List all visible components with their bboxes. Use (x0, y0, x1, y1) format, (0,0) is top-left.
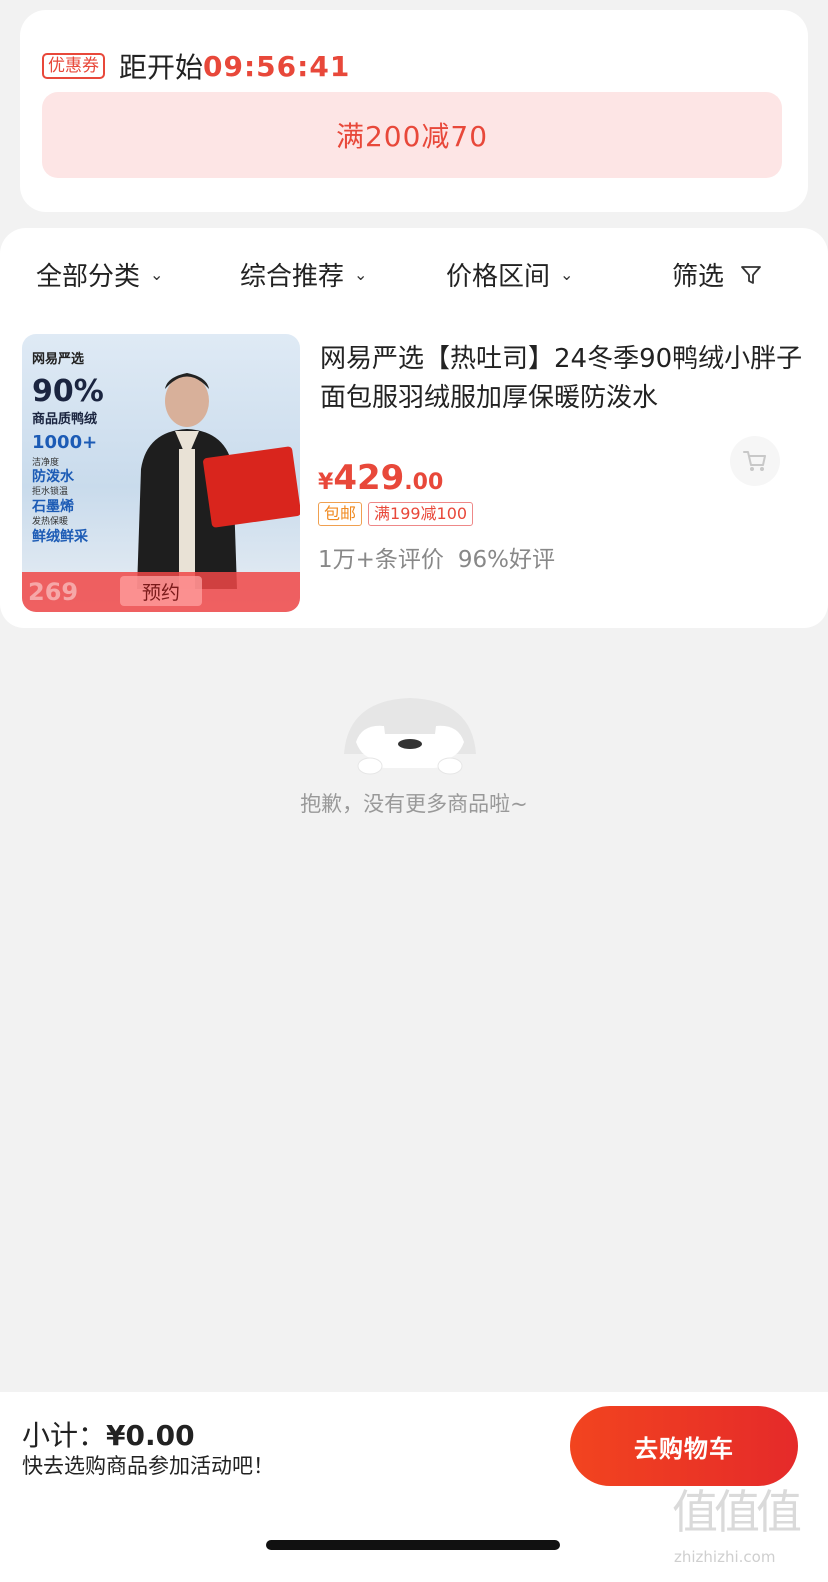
price-symbol: ¥ (318, 470, 334, 495)
filter-sort-label: 综合推荐 (240, 262, 345, 292)
filter-category[interactable]: 全部分类 ⌄ (36, 256, 163, 293)
filter-label: 筛选 (672, 262, 725, 292)
image-feature-2: 防泼水 (32, 469, 74, 485)
watermark-logo: 值值值 (672, 1485, 802, 1539)
coupon-header: 优惠券 距开始 09:56:41 (42, 46, 350, 86)
chevron-down-icon: ⌄ (354, 265, 368, 284)
chevron-down-icon: ⌄ (150, 265, 164, 284)
image-headline: 90% (32, 374, 104, 409)
filter-bar: 全部分类 ⌄ 综合推荐 ⌄ 价格区间 ⌄ 筛选 (0, 228, 828, 324)
promo-tag: 满199减100 (368, 502, 474, 526)
product-price: ¥429.00 (318, 458, 443, 498)
subtotal-amount: ¥0.00 (106, 1419, 195, 1452)
coupon-start-label: 距开始 (119, 51, 204, 84)
image-feature-3: 石墨烯 (32, 499, 74, 515)
activity-hint: 快去选购商品参加活动吧！ (22, 1454, 274, 1478)
filter-price[interactable]: 价格区间 ⌄ (446, 256, 573, 293)
product-title[interactable]: 网易严选【热吐司】24冬季90鸭绒小胖子面包服羽绒服加厚保暖防泼水 (320, 340, 810, 418)
image-price: 269 (28, 578, 79, 606)
cart-icon (743, 451, 766, 471)
product-tags: 包邮 满199减100 (318, 502, 474, 526)
promo-sticker (202, 446, 300, 528)
checkout-bar: 小计：¥0.00 快去选购商品参加活动吧！ 去购物车 值值值 zhizhizhi… (0, 1392, 828, 1582)
filter-button[interactable]: 筛选 (672, 256, 762, 293)
image-subline: 商品质鸭绒 (32, 412, 98, 427)
add-to-cart-button[interactable] (730, 436, 780, 486)
price-decimal: .00 (404, 470, 444, 495)
filter-price-label: 价格区间 (446, 262, 551, 292)
empty-state-message: 抱歉，没有更多商品啦~ (300, 792, 528, 816)
shipping-tag: 包邮 (318, 502, 363, 526)
countdown-timer: 09:56:41 (203, 49, 351, 83)
coupon-card: 优惠券 距开始 09:56:41 满200减70 (20, 10, 808, 212)
brand-logo: 网易严选 (32, 352, 85, 367)
review-count: 1万+条评价 (318, 547, 444, 573)
empty-state-mascot-icon (344, 698, 476, 775)
coupon-badge: 优惠券 (42, 53, 105, 79)
coupon-offer-button[interactable]: 满200减70 (42, 92, 782, 178)
home-indicator[interactable] (266, 1540, 560, 1550)
filter-sort[interactable]: 综合推荐 ⌄ (240, 256, 367, 293)
chevron-down-icon: ⌄ (560, 265, 574, 284)
watermark: 值值值 zhizhizhi.com (672, 1476, 822, 1574)
review-summary: 1万+条评价 96%好评 (318, 540, 555, 574)
subtotal: 小计：¥0.00 (22, 1414, 195, 1454)
image-feature-1: 1000+ (32, 432, 98, 453)
go-to-cart-button[interactable]: 去购物车 (570, 1406, 798, 1486)
product-card[interactable]: 网易严选 90% 商品质鸭绒 1000+ 洁净度 防泼水 拒水锁温 石墨烯 发热… (0, 324, 828, 628)
product-image[interactable]: 网易严选 90% 商品质鸭绒 1000+ 洁净度 防泼水 拒水锁温 石墨烯 发热… (22, 334, 300, 612)
image-feature-4: 鲜绒鲜采 (32, 529, 88, 545)
reserve-button[interactable]: 预约 (120, 576, 202, 606)
price-integer: 429 (333, 458, 405, 498)
positive-rate: 96%好评 (457, 547, 556, 573)
subtotal-label: 小计： (22, 1419, 107, 1452)
filter-category-label: 全部分类 (36, 262, 141, 292)
funnel-icon (741, 265, 761, 284)
watermark-url: zhizhizhi.com (674, 1548, 776, 1566)
